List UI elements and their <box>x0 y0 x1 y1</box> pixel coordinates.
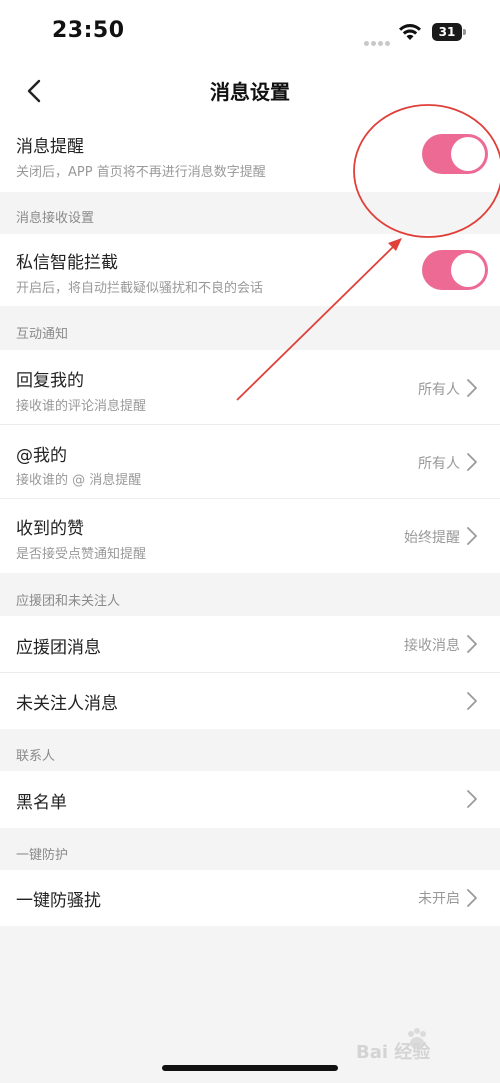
watermark-text: Bai 经验 <box>356 1042 431 1063</box>
home-indicator <box>162 1065 338 1071</box>
annotation-circle <box>353 104 500 238</box>
annotation-arrow-line <box>236 245 395 401</box>
annotation-overlay <box>236 104 500 401</box>
watermark: Bai 经验 <box>356 1024 476 1064</box>
